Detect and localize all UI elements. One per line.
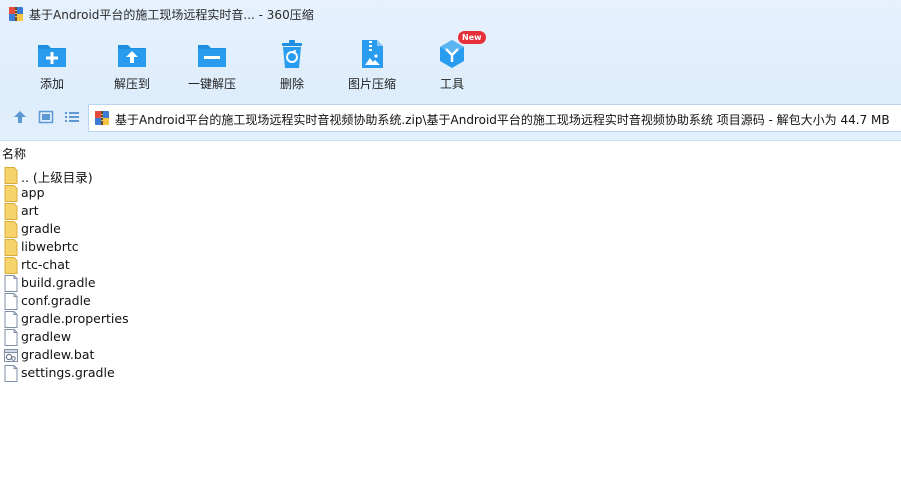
view-thumbnail-icon[interactable]	[38, 109, 54, 125]
one-click-extract-button[interactable]: 一键解压	[174, 34, 250, 94]
folder-icon	[4, 221, 18, 238]
list-item-libwebrtc[interactable]: libwebrtc	[0, 238, 901, 256]
list-item-gradle-folder[interactable]: gradle	[0, 220, 901, 238]
delete-icon	[282, 40, 302, 68]
folder-icon	[4, 203, 18, 220]
file-name: gradle	[21, 221, 61, 236]
file-name: gradle.properties	[21, 311, 129, 326]
extract-to-label: 解压到	[113, 77, 150, 91]
file-name: app	[21, 185, 45, 200]
toolbar-area: 基于Android平台的施工现场远程实时音... - 360压缩 添加 解压到 …	[0, 0, 901, 141]
file-name: gradlew	[21, 329, 72, 344]
view-list-icon[interactable]	[64, 109, 80, 125]
folder-icon	[4, 257, 18, 274]
file-name: settings.gradle	[21, 365, 115, 380]
archive-file-icon	[95, 111, 109, 125]
path-text: 基于Android平台的施工现场远程实时音视频协助系统.zip\基于Androi…	[115, 113, 890, 127]
add-button[interactable]: 添加	[14, 34, 90, 94]
address-bar: 基于Android平台的施工现场远程实时音视频协助系统.zip\基于Androi…	[0, 103, 901, 133]
add-icon	[38, 45, 66, 67]
list-item-art[interactable]: art	[0, 202, 901, 220]
file-name: rtc-chat	[21, 257, 70, 272]
tools-label: 工具	[439, 77, 464, 91]
main-toolbar: 添加 解压到 一键解压 删除 图片压缩 New 工具	[0, 30, 901, 96]
tools-button[interactable]: New 工具	[414, 31, 490, 94]
document-icon	[4, 275, 18, 292]
window-title: 基于Android平台的施工现场远程实时音... - 360压缩	[29, 8, 314, 22]
list-item-app[interactable]: app	[0, 184, 901, 202]
delete-label: 删除	[279, 77, 304, 91]
image-compress-button[interactable]: 图片压缩	[334, 34, 410, 94]
title-bar: 基于Android平台的施工现场远程实时音... - 360压缩	[0, 0, 901, 28]
delete-button[interactable]: 删除	[254, 34, 330, 94]
list-column-header: 名称	[0, 141, 901, 163]
folder-icon	[4, 239, 18, 256]
list-item-conf-gradle[interactable]: conf.gradle	[0, 292, 901, 310]
document-icon	[4, 311, 18, 328]
document-icon	[4, 329, 18, 346]
batch-file-icon	[4, 349, 18, 362]
folder-icon	[4, 185, 18, 202]
list-item-rtc-chat[interactable]: rtc-chat	[0, 256, 901, 274]
folder-icon	[4, 167, 18, 184]
document-icon	[4, 293, 18, 310]
file-name: art	[21, 203, 39, 218]
extract-to-button[interactable]: 解压到	[94, 34, 170, 94]
list-item-settings-gradle[interactable]: settings.gradle	[0, 364, 901, 382]
file-name: build.gradle	[21, 275, 96, 290]
archive-app-icon	[9, 7, 23, 21]
file-name: gradlew.bat	[21, 347, 95, 362]
list-item-gradlew[interactable]: gradlew	[0, 328, 901, 346]
document-icon	[4, 365, 18, 382]
extract-to-icon	[118, 45, 146, 67]
up-arrow-icon[interactable]	[12, 109, 28, 125]
image-compress-label: 图片压缩	[347, 77, 396, 91]
add-label: 添加	[39, 77, 64, 91]
column-name-header[interactable]: 名称	[2, 145, 26, 162]
one-click-extract-label: 一键解压	[187, 77, 236, 91]
one-click-extract-icon	[198, 45, 226, 67]
new-badge: New	[458, 31, 486, 44]
file-name: libwebrtc	[21, 239, 79, 254]
file-name: conf.gradle	[21, 293, 91, 308]
list-item-gradlew-bat[interactable]: gradlew.bat	[0, 346, 901, 364]
app-window: 基于Android平台的施工现场远程实时音... - 360压缩 添加 解压到 …	[0, 0, 901, 478]
path-field[interactable]: 基于Android平台的施工现场远程实时音视频协助系统.zip\基于Androi…	[88, 104, 901, 132]
file-list: .. (上级目录) app art gradle libwebrtc rtc-c…	[0, 166, 901, 382]
list-item-build-gradle[interactable]: build.gradle	[0, 274, 901, 292]
list-item-gradle-properties[interactable]: gradle.properties	[0, 310, 901, 328]
list-item-parent-directory[interactable]: .. (上级目录)	[0, 166, 901, 185]
image-compress-icon	[362, 40, 383, 68]
